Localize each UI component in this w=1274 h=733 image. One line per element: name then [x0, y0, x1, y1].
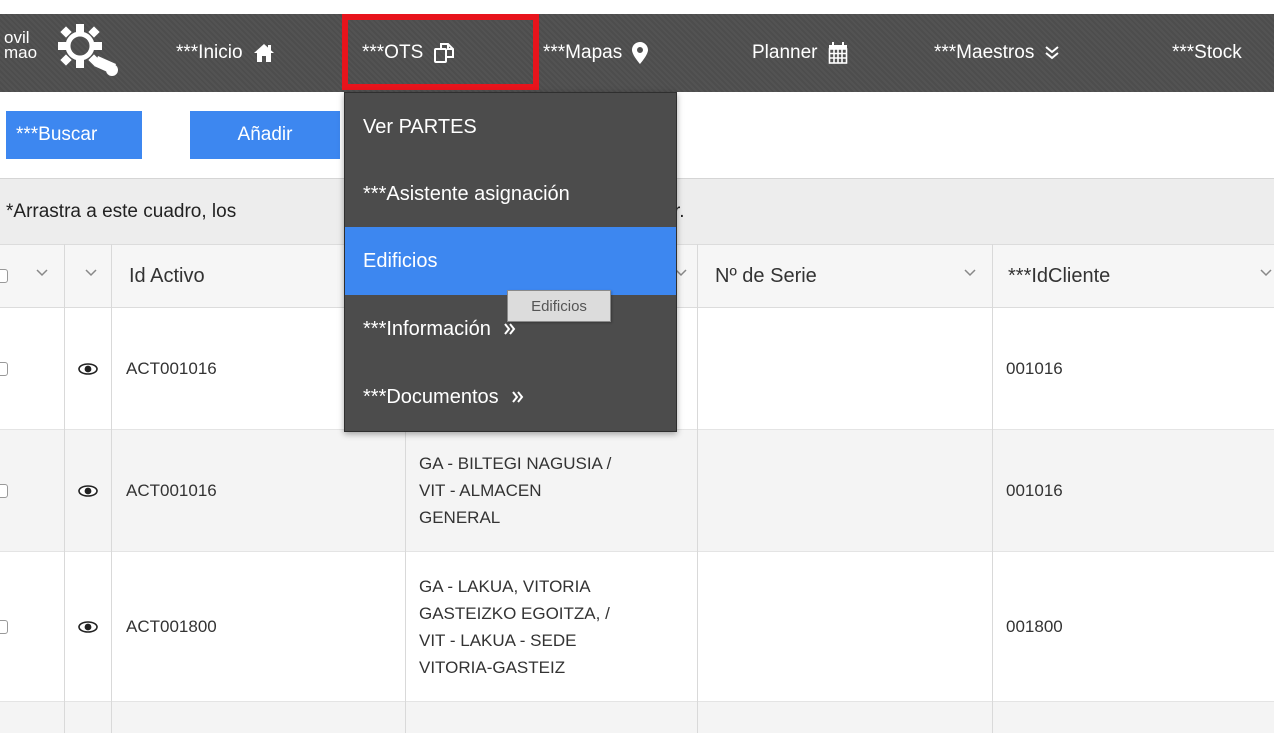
nav-ots[interactable]: ***OTS — [362, 14, 455, 92]
cell-ubicacion: GA - BILTEGI NAGUSIA / VIT - ALMACEN GEN… — [419, 454, 612, 527]
cell-ubicacion: GA - LAKUA, VITORIA GASTEIZKO EGOITZA, /… — [419, 576, 610, 677]
column-header-id-cliente[interactable]: ***IdCliente — [992, 245, 1274, 307]
row-checkbox[interactable] — [0, 361, 8, 376]
cell-id-cliente: 001800 — [1006, 616, 1063, 636]
table-row[interactable] — [0, 702, 1274, 733]
menu-item-ver-partes[interactable]: Ver PARTES — [345, 93, 676, 161]
eye-icon[interactable] — [78, 484, 98, 497]
chevron-down-icon[interactable] — [1260, 269, 1272, 277]
column-divider — [697, 244, 698, 733]
column-divider — [64, 244, 65, 733]
eye-icon[interactable] — [78, 362, 98, 375]
double-chevron-right-icon — [511, 390, 525, 404]
ots-dropdown-menu: Ver PARTES ***Asistente asignación Edifi… — [344, 92, 677, 432]
calendar-icon — [828, 42, 848, 64]
table-row[interactable]: ACT001016 GA - BILTEGI NAGUSIA / VIT - A… — [0, 430, 1274, 552]
nav-stock[interactable]: ***Stock — [1172, 14, 1242, 92]
cell-id-activo: ACT001016 — [126, 480, 217, 500]
top-navbar: ovil mao ***Inicio ***OTS ***Mapas Plann… — [0, 14, 1274, 92]
nav-maestros[interactable]: ***Maestros — [934, 14, 1060, 92]
nav-inicio[interactable]: ***Inicio — [176, 14, 275, 92]
table-row[interactable]: ACT001800 GA - LAKUA, VITORIA GASTEIZKO … — [0, 552, 1274, 702]
double-chevron-down-icon — [1044, 45, 1060, 61]
menu-item-asistente-asignacion[interactable]: ***Asistente asignación — [345, 160, 676, 228]
anadir-button[interactable]: Añadir — [190, 111, 340, 159]
chevron-down-icon[interactable] — [85, 269, 97, 277]
menu-item-documentos[interactable]: ***Documentos — [345, 363, 676, 431]
home-icon — [253, 43, 275, 63]
copy-icon — [433, 42, 455, 64]
chevron-down-icon[interactable] — [964, 269, 976, 277]
menu-item-edificios[interactable]: Edificios — [345, 227, 676, 295]
brand-text: ovil mao — [4, 28, 38, 62]
chevron-down-icon[interactable] — [36, 269, 48, 277]
row-checkbox[interactable] — [0, 619, 8, 634]
double-chevron-right-icon — [503, 322, 517, 336]
eye-icon[interactable] — [78, 620, 98, 633]
select-all-checkbox[interactable] — [0, 269, 8, 283]
row-checkbox[interactable] — [0, 483, 8, 498]
nav-planner[interactable]: Planner — [752, 14, 848, 92]
view-column-header[interactable] — [64, 245, 111, 307]
group-panel-text: *Arrastra a este cuadro, los — [6, 201, 237, 222]
buscar-button[interactable]: ***Buscar — [6, 111, 142, 159]
column-divider — [992, 244, 993, 733]
cell-id-activo: ACT001800 — [126, 616, 217, 636]
select-column-header[interactable] — [0, 245, 64, 307]
map-marker-icon — [632, 42, 649, 64]
brand-logo[interactable]: ovil mao — [4, 20, 144, 80]
cell-id-cliente: 001016 — [1006, 480, 1063, 500]
tooltip-edificios: Edificios — [507, 290, 611, 322]
nav-mapas[interactable]: ***Mapas — [543, 14, 649, 92]
cell-id-cliente: 001016 — [1006, 358, 1063, 378]
column-header-numero-serie[interactable]: Nº de Serie — [697, 245, 992, 307]
column-divider — [111, 244, 112, 733]
gear-logo-icon — [58, 24, 118, 76]
